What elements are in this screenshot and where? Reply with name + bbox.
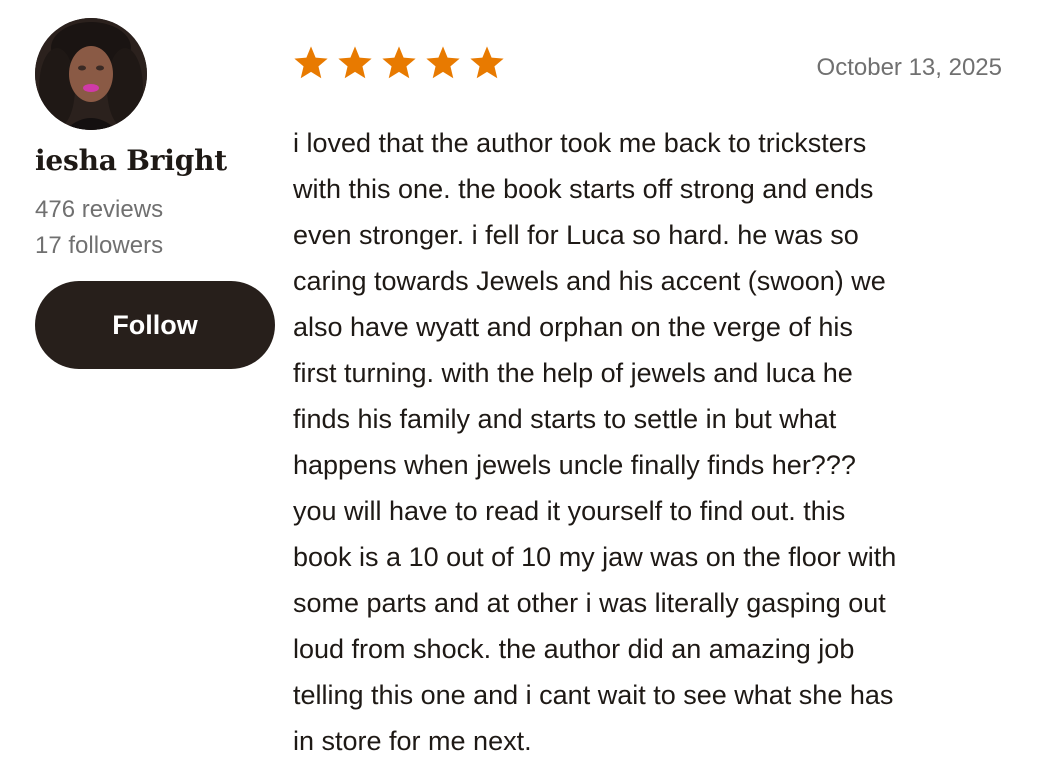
reviewer-name[interactable]: iesha Bright — [35, 144, 227, 177]
review-text-line: caring towards Jewels and his accent (sw… — [293, 266, 886, 296]
avatar[interactable] — [35, 18, 147, 130]
review-text-line: first turning. with the help of jewels a… — [293, 358, 853, 388]
review-text-line: even stronger. i fell for Luca so hard. … — [293, 220, 859, 250]
review-text-line: also have wyatt and orphan on the verge … — [293, 312, 853, 342]
review-text-line: telling this one and i cant wait to see … — [293, 680, 894, 710]
review-text-line: i loved that the author took me back to … — [293, 128, 867, 158]
review-text-line: in store for me next. — [293, 726, 532, 756]
review-text-line: you will have to read it yourself to fin… — [293, 496, 846, 526]
review-body: i loved that the author took me back to … — [293, 120, 1013, 764]
reviewer-follower-count: 17 followers — [35, 232, 164, 259]
review-text-line: some parts and at other i was literally … — [293, 588, 886, 618]
review-text-line: loud from shock. the author did an amazi… — [293, 634, 855, 664]
review-date: October 13, 2025 — [816, 54, 1002, 81]
reviewer-review-count: 476 reviews — [35, 196, 164, 223]
avatar-image — [35, 18, 147, 130]
star-rating — [292, 44, 506, 82]
star-icon — [470, 46, 504, 79]
review-text-line: with this one. the book starts off stron… — [293, 174, 874, 204]
star-icon — [294, 46, 328, 79]
star-icon — [382, 46, 416, 79]
star-icon — [338, 46, 372, 79]
review-text-line: finds his family and starts to settle in… — [293, 404, 837, 434]
review-text-line: happens when jewels uncle finally finds … — [293, 450, 856, 480]
follow-button[interactable]: Follow — [35, 281, 275, 369]
star-icon — [426, 46, 460, 79]
review-text-line: book is a 10 out of 10 my jaw was on the… — [293, 542, 897, 572]
